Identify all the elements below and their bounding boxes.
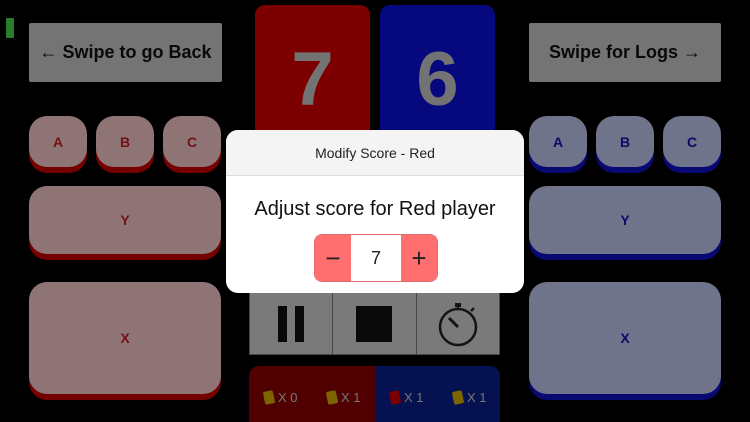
- dialog-message: Adjust score for Red player: [254, 198, 496, 220]
- dialog-title: Modify Score - Red: [226, 130, 524, 176]
- score-value: 7: [351, 235, 401, 281]
- modify-score-dialog: Modify Score - Red Adjust score for Red …: [226, 130, 524, 293]
- increment-button[interactable]: +: [401, 235, 437, 281]
- decrement-button[interactable]: −: [315, 235, 351, 281]
- score-stepper[interactable]: − 7 +: [314, 234, 438, 282]
